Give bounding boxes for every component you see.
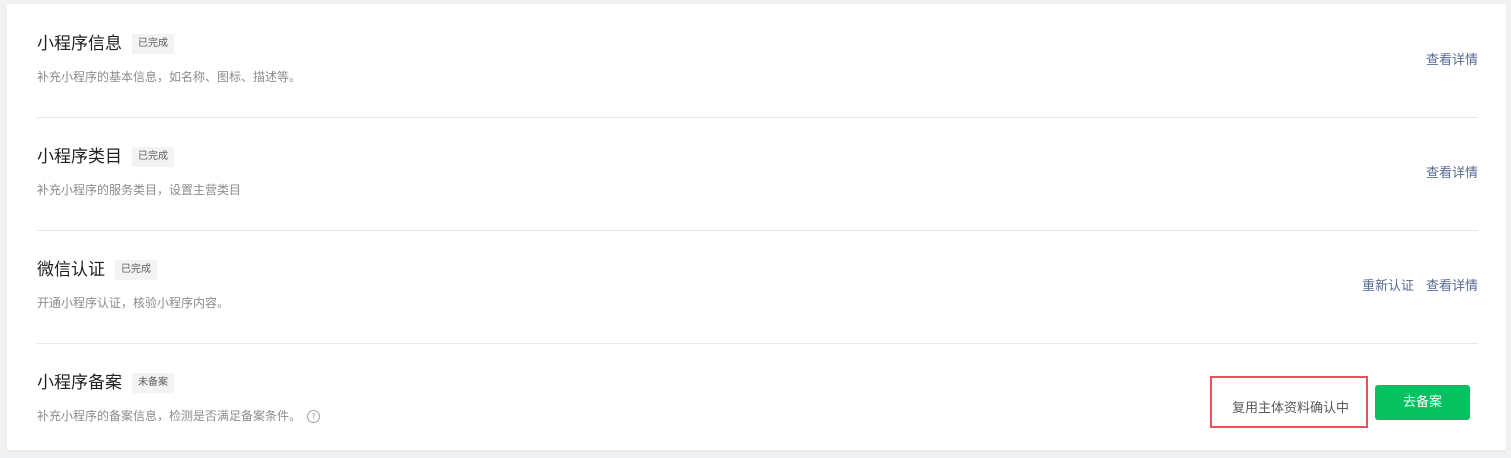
row-description: 补充小程序的备案信息，检测是否满足备案条件。 ? [37, 407, 321, 425]
row-description: 补充小程序的服务类目，设置主营类目 [37, 183, 242, 197]
row-title-group: 微信认证 已完成 [37, 258, 157, 282]
row-description-text: 补充小程序的备案信息，检测是否满足备案条件。 [37, 409, 302, 423]
status-badge: 未备案 [132, 373, 174, 393]
row-title: 微信认证 [37, 260, 105, 280]
row-title-group: 小程序备案 未备案 [37, 371, 174, 395]
row-wechat-verification: 微信认证 已完成 开通小程序认证，核验小程序内容。 重新认证 查看详情 [37, 230, 1478, 344]
row-miniprogram-info: 小程序信息 已完成 补充小程序的基本信息，如名称、图标、描述等。 查看详情 [37, 4, 1478, 118]
view-details-link[interactable]: 查看详情 [1426, 164, 1478, 184]
row-actions: 重新认证 查看详情 [1362, 277, 1478, 297]
question-circle-icon[interactable]: ? [307, 409, 321, 423]
row-miniprogram-category: 小程序类目 已完成 补充小程序的服务类目，设置主营类目 查看详情 [37, 117, 1478, 231]
row-title-group: 小程序信息 已完成 [37, 32, 174, 56]
status-badge: 已完成 [115, 260, 157, 280]
view-details-link[interactable]: 查看详情 [1426, 277, 1478, 297]
row-title-group: 小程序类目 已完成 [37, 145, 174, 169]
row-description: 补充小程序的基本信息，如名称、图标、描述等。 [37, 70, 302, 84]
row-actions: 查看详情 [1426, 164, 1478, 184]
status-badge: 已完成 [132, 147, 174, 167]
row-title: 小程序备案 [37, 373, 122, 393]
row-description: 开通小程序认证，核验小程序内容。 [37, 296, 230, 310]
go-filing-button[interactable]: 去备案 [1375, 385, 1470, 420]
filing-status-text: 复用主体资料确认中 [1232, 401, 1350, 416]
reverify-link[interactable]: 重新认证 [1362, 277, 1414, 297]
status-badge: 已完成 [132, 34, 174, 54]
row-title: 小程序类目 [37, 147, 122, 167]
row-title: 小程序信息 [37, 34, 122, 54]
view-details-link[interactable]: 查看详情 [1426, 51, 1478, 71]
row-actions: 查看详情 [1426, 51, 1478, 71]
